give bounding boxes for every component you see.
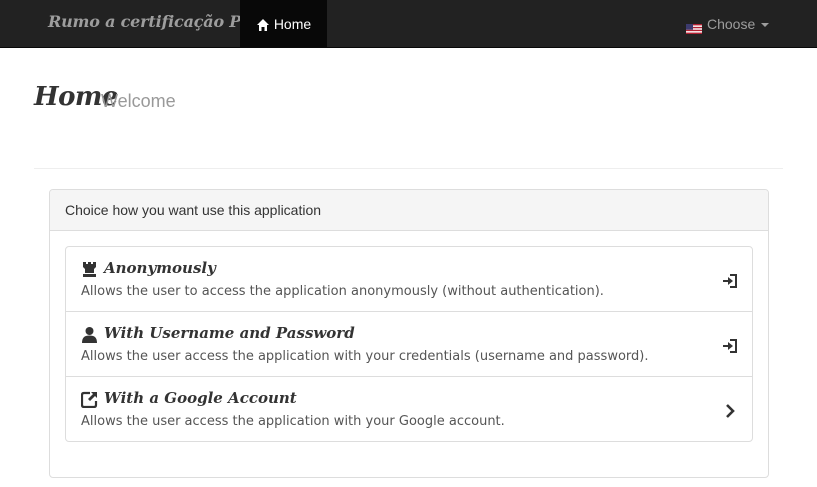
log-in-icon[interactable] — [722, 273, 738, 289]
home-icon — [256, 17, 270, 31]
panel-heading: Choice how you want use this application — [50, 190, 768, 231]
nav-home-link[interactable]: Home — [240, 0, 327, 48]
option-google-account[interactable]: With a Google Account Allows the user ac… — [66, 377, 752, 441]
option-username-password[interactable]: With Username and Password Allows the us… — [66, 312, 752, 377]
us-flag-icon — [686, 19, 702, 34]
option-username-password-title: With Username and Password — [104, 324, 355, 342]
page-header: Home Welcome — [34, 80, 783, 169]
share-icon — [80, 391, 98, 409]
caret-down-icon — [761, 23, 770, 27]
chevron-right-icon[interactable] — [722, 403, 738, 419]
login-options-panel: Choice how you want use this application… — [49, 189, 769, 478]
log-in-icon[interactable] — [722, 338, 738, 354]
option-anonymous-title: Anonymously — [104, 259, 216, 277]
nav-home-label: Home — [273, 16, 312, 32]
option-username-password-description: Allows the user access the application w… — [81, 349, 649, 364]
chess-rook-icon — [81, 261, 98, 278]
page-subtitle: Welcome — [101, 91, 176, 111]
language-dropdown-label: Choose — [707, 16, 756, 32]
brand-logo-text[interactable]: Rumo a certificação PHP — [48, 12, 268, 31]
login-options-list: Anonymously Allows the user to access th… — [65, 246, 753, 442]
user-icon — [81, 326, 98, 343]
option-anonymous-description: Allows the user to access the applicatio… — [81, 284, 604, 299]
option-anonymous[interactable]: Anonymously Allows the user to access th… — [66, 247, 752, 312]
option-google-account-title: With a Google Account — [104, 389, 297, 407]
option-google-account-description: Allows the user access the application w… — [81, 414, 505, 429]
language-dropdown[interactable]: Choose — [686, 0, 770, 48]
top-navbar: Rumo a certificação PHP Home Choose — [0, 0, 817, 48]
